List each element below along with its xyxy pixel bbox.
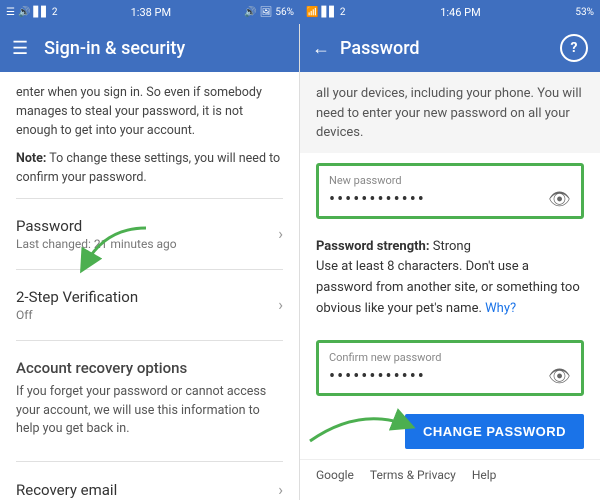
right-left-icons: 📶 ▋▋ 2: [306, 7, 345, 18]
right-time: 1:46 PM: [440, 6, 480, 19]
password-item-title: Password: [16, 217, 278, 235]
left-panel: ☰ Sign-in & security enter when you sign…: [0, 24, 300, 500]
confirm-password-row: •••••••••••• 👁: [329, 366, 571, 387]
terms-privacy-link[interactable]: Terms & Privacy: [370, 468, 456, 482]
hamburger-icon[interactable]: ☰: [12, 38, 28, 59]
back-icon[interactable]: ←: [312, 38, 330, 59]
right-panel-title: Password: [340, 38, 420, 59]
new-password-row: •••••••••••• 👁: [329, 189, 571, 210]
help-icon[interactable]: ?: [560, 34, 588, 62]
recovery-email-chevron-icon: ›: [278, 480, 283, 499]
left-time: 1:38 PM: [131, 6, 171, 19]
left-body-text: enter when you sign in. So even if someb…: [16, 84, 283, 140]
two-step-item-title: 2-Step Verification: [16, 288, 278, 306]
confirm-password-dots: ••••••••••••: [329, 366, 548, 387]
password-chevron-icon: ›: [278, 224, 283, 243]
divider-3: [16, 340, 283, 341]
footer-links: Google Terms & Privacy Help: [300, 459, 600, 490]
left-panel-title: Sign-in & security: [44, 38, 185, 59]
strength-value: Strong: [433, 239, 471, 254]
change-btn-row: CHANGE PASSWORD: [300, 406, 600, 459]
right-battery: 53%: [575, 7, 594, 18]
new-password-label: New password: [329, 174, 571, 187]
right-body: all your devices, including your phone. …: [300, 72, 600, 500]
new-password-field[interactable]: New password •••••••••••• 👁: [316, 163, 584, 219]
divider-2: [16, 269, 283, 270]
recovery-email-content: Recovery email: [16, 481, 278, 499]
volume-icon2: 🔊: [244, 7, 256, 18]
strength-text: Password strength: Strong: [316, 237, 584, 258]
strength-label: Password strength:: [316, 239, 430, 254]
note-bold: Note:: [16, 151, 46, 166]
right-network-badge: 2: [340, 7, 346, 18]
divider-4: [16, 461, 283, 462]
two-step-settings-item[interactable]: 2-Step Verification Off ›: [16, 274, 283, 336]
left-network-badge: 2: [52, 7, 58, 18]
right-right-icons: 53%: [575, 7, 594, 18]
confirm-password-field[interactable]: Confirm new password •••••••••••• 👁: [316, 340, 584, 396]
change-password-button[interactable]: CHANGE PASSWORD: [405, 414, 584, 449]
recovery-email-item[interactable]: Recovery email ›: [16, 466, 283, 500]
left-body: enter when you sign in. So even if someb…: [0, 72, 299, 500]
left-signal-icon: ▋▋: [33, 7, 48, 18]
google-link[interactable]: Google: [316, 468, 354, 482]
status-bars: ☰ 🔊 ▋▋ 2 1:38 PM 🔊 🖼 56% 📶 ▋▋ 2 1:46 PM …: [0, 0, 600, 24]
change-btn-arrow-annotation: [300, 396, 420, 446]
why-link[interactable]: Why?: [485, 301, 516, 316]
left-note: Note: To change these settings, you will…: [16, 150, 283, 188]
recovery-desc: If you forget your password or cannot ac…: [16, 383, 283, 449]
new-password-eye-icon[interactable]: 👁: [548, 189, 571, 210]
password-item-subtitle: Last changed: 21 minutes ago: [16, 237, 278, 251]
confirm-password-eye-icon[interactable]: 👁: [548, 366, 571, 387]
confirm-password-label: Confirm new password: [329, 351, 571, 364]
recovery-title: Account recovery options: [16, 345, 283, 383]
right-panel: ← Password ? all your devices, including…: [300, 24, 600, 500]
main-content: ☰ Sign-in & security enter when you sign…: [0, 24, 600, 500]
left-battery: 56%: [275, 7, 294, 18]
recovery-section: Account recovery options If you forget y…: [16, 345, 283, 457]
wifi-icon: 📶: [306, 7, 318, 18]
left-header: ☰ Sign-in & security: [0, 24, 299, 72]
image-icon: 🖼: [260, 7, 273, 18]
right-status-bar: 📶 ▋▋ 2 1:46 PM 53%: [300, 0, 600, 24]
two-step-chevron-icon: ›: [278, 295, 283, 314]
right-signal-icon: ▋▋: [321, 7, 336, 18]
right-header: ← Password ?: [300, 24, 600, 72]
strength-desc: Use at least 8 characters. Don't use a p…: [316, 257, 584, 319]
right-header-left: ← Password: [312, 38, 420, 59]
right-top-text: all your devices, including your phone. …: [300, 72, 600, 153]
divider-1: [16, 198, 283, 199]
note-content: To change these settings, you will need …: [16, 151, 280, 185]
left-right-icons: 🔊 🖼 56%: [244, 7, 294, 18]
left-status-bar: ☰ 🔊 ▋▋ 2 1:38 PM 🔊 🖼 56%: [0, 0, 300, 24]
left-status-icons: ☰ 🔊 ▋▋ 2: [6, 7, 57, 18]
help-link[interactable]: Help: [472, 468, 497, 482]
new-password-dots: ••••••••••••: [329, 189, 548, 210]
volume-icon: 🔊: [18, 7, 30, 18]
password-settings-item[interactable]: Password Last changed: 21 minutes ago ›: [16, 203, 283, 265]
two-step-item-subtitle: Off: [16, 308, 278, 322]
password-item-content: Password Last changed: 21 minutes ago: [16, 217, 278, 251]
recovery-email-title: Recovery email: [16, 481, 278, 499]
strength-section: Password strength: Strong Use at least 8…: [300, 229, 600, 330]
menu-icon: ☰: [6, 7, 15, 18]
two-step-item-content: 2-Step Verification Off: [16, 288, 278, 322]
